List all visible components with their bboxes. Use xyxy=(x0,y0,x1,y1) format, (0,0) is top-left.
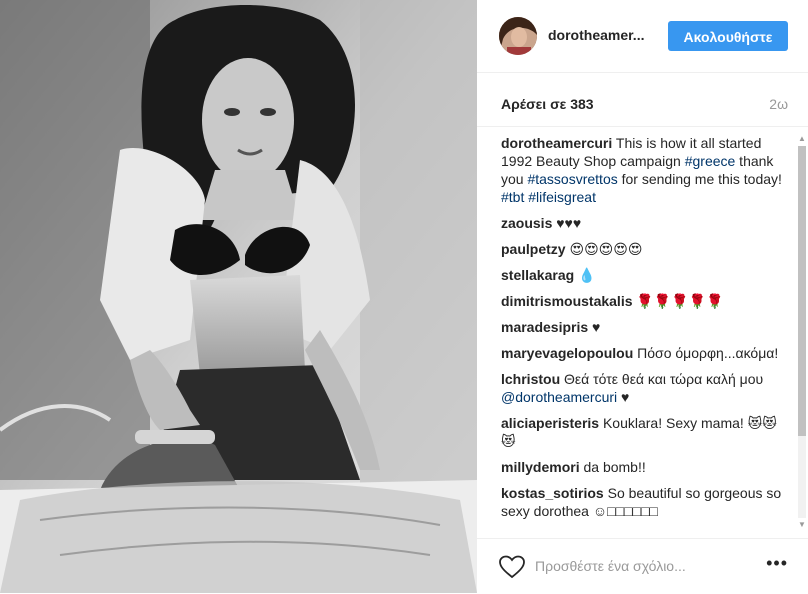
more-options-icon[interactable]: ••• xyxy=(766,553,788,574)
comment-item: stellakarag 💧 xyxy=(501,266,789,284)
comment-item: aliciaperisteris Kouklara! Sexy mama! 😻😻… xyxy=(501,414,789,450)
comment-username[interactable]: stellakarag xyxy=(501,267,574,283)
avatar[interactable] xyxy=(499,17,537,55)
avatar-image xyxy=(499,17,537,55)
comment-item: zaousis ♥♥♥ xyxy=(501,214,789,232)
post-photo[interactable] xyxy=(0,0,477,593)
comment-item: paulpetzy 😍😍😍😍😍 xyxy=(501,240,789,258)
comment-item: dimitrismoustakalis 🌹🌹🌹🌹🌹 xyxy=(501,292,789,310)
comment-username[interactable]: millydemori xyxy=(501,459,580,475)
comment-item: lchristou Θεά τότε θεά και τώρα καλή μου… xyxy=(501,370,789,406)
comment-text: da bomb!! xyxy=(579,459,646,475)
comment-text: ♥♥♥ xyxy=(552,215,582,231)
comment-username[interactable]: paulpetzy xyxy=(501,241,566,257)
post-side-panel: dorotheamer... Ακολουθήστε Αρέσει σε 383… xyxy=(477,0,808,593)
post-author-username[interactable]: dorotheamer... xyxy=(548,27,644,43)
comments-scrollbar[interactable]: ▲ ▼ xyxy=(796,134,808,530)
post-timestamp[interactable]: 2ω xyxy=(769,96,788,112)
caption: dorotheamercuri This is how it all start… xyxy=(501,134,789,206)
comment-username[interactable]: maradesipris xyxy=(501,319,588,335)
add-comment-input[interactable] xyxy=(535,554,735,578)
photo-image xyxy=(0,0,477,593)
comment-username[interactable]: aliciaperisteris xyxy=(501,415,599,431)
comment-text: 😍😍😍😍😍 xyxy=(565,241,643,257)
comment-item: maradesipris ♥ xyxy=(501,318,789,336)
likes-row: Αρέσει σε 383 2ω xyxy=(477,72,808,127)
hashtag-link[interactable]: #tassosvrettos xyxy=(527,171,617,187)
comment-text: 🌹🌹🌹🌹🌹 xyxy=(632,293,724,309)
comment-username[interactable]: kostas_sotirios xyxy=(501,485,604,501)
scroll-up-arrow-icon[interactable]: ▲ xyxy=(797,134,807,144)
follow-button[interactable]: Ακολουθήστε xyxy=(668,21,788,51)
comment-username[interactable]: zaousis xyxy=(501,215,552,231)
hashtag-link[interactable]: #greece xyxy=(685,153,736,169)
heart-icon[interactable] xyxy=(499,555,525,579)
comments-list[interactable]: dorotheamercuri This is how it all start… xyxy=(501,134,789,530)
comment-text: ♥ xyxy=(617,389,630,405)
scroll-thumb[interactable] xyxy=(798,146,806,436)
comment-item: kostas_sotirios So beautiful so gorgeous… xyxy=(501,484,789,520)
comment-text: Πόσο όμορφη...ακόμα! xyxy=(633,345,779,361)
post-header: dorotheamer... Ακολουθήστε xyxy=(477,0,808,73)
caption-text: for sending me this today! xyxy=(617,171,782,187)
post-footer: ••• xyxy=(477,538,808,594)
caption-username[interactable]: dorotheamercuri xyxy=(501,135,612,151)
comment-text: ♥ xyxy=(588,319,601,335)
comment-text: 💧 xyxy=(574,267,596,283)
hashtag-link[interactable]: #lifeisgreat xyxy=(528,189,596,205)
comment-username[interactable]: lchristou xyxy=(501,371,560,387)
mention-link[interactable]: @dorotheamercuri xyxy=(501,389,617,405)
hashtag-link[interactable]: #tbt xyxy=(501,189,524,205)
comment-item: millydemori da bomb!! xyxy=(501,458,789,476)
likes-count[interactable]: Αρέσει σε 383 xyxy=(501,96,594,112)
comment-text: Θεά τότε θεά και τώρα καλή μου xyxy=(560,371,764,387)
comment-username[interactable]: dimitrismoustakalis xyxy=(501,293,633,309)
scroll-down-arrow-icon[interactable]: ▼ xyxy=(797,520,807,530)
comment-item: maryevagelopoulou Πόσο όμορφη...ακόμα! xyxy=(501,344,789,362)
comment-username[interactable]: maryevagelopoulou xyxy=(501,345,633,361)
